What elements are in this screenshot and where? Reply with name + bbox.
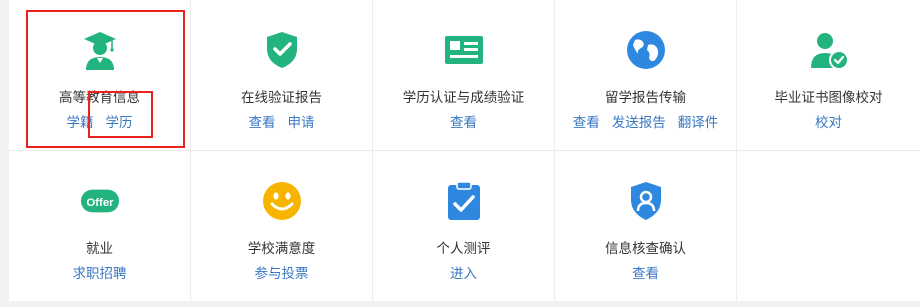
graduate-student-icon (80, 30, 120, 70)
service-title: 就业 (86, 241, 113, 257)
link-view[interactable]: 查看 (632, 266, 659, 282)
link-view[interactable]: 查看 (249, 115, 276, 131)
service-info-verification: 信息核查确认 查看 (555, 151, 737, 301)
service-title: 留学报告传输 (605, 90, 686, 106)
smiley-face-icon (262, 181, 302, 221)
service-title: 学历认证与成绩验证 (402, 90, 525, 106)
service-employment: Offer 就业 求职招聘 (9, 151, 191, 301)
service-title: 学校满意度 (247, 241, 316, 257)
link-academic-record[interactable]: 学历 (106, 115, 133, 131)
service-grid: 高等教育信息 学籍 学历 在线验证报告 查看 申请 学历认证与成绩验证 查看 留… (9, 0, 920, 301)
service-study-abroad-report: 留学报告传输 查看 发送报告 翻译件 (555, 0, 737, 151)
service-diploma-image-check: 毕业证书图像校对 校对 (737, 0, 920, 151)
offer-badge-icon: Offer (80, 181, 120, 221)
service-online-verification-report: 在线验证报告 查看 申请 (191, 0, 373, 151)
link-proofread[interactable]: 校对 (815, 115, 842, 131)
link-enter[interactable]: 进入 (450, 266, 477, 282)
id-card-icon (444, 30, 484, 70)
link-translation[interactable]: 翻译件 (678, 115, 719, 131)
globe-icon (626, 30, 666, 70)
service-school-satisfaction: 学校满意度 参与投票 (191, 151, 373, 301)
link-view[interactable]: 查看 (573, 115, 600, 131)
service-higher-education-info: 高等教育信息 学籍 学历 (9, 0, 191, 151)
shield-check-icon (262, 30, 302, 70)
link-vote[interactable]: 参与投票 (255, 266, 309, 282)
service-title: 毕业证书图像校对 (774, 90, 883, 106)
link-send-report[interactable]: 发送报告 (612, 115, 666, 131)
service-title: 个人测评 (436, 241, 491, 257)
link-view[interactable]: 查看 (450, 115, 477, 131)
service-title: 在线验证报告 (241, 90, 322, 106)
link-student-status[interactable]: 学籍 (67, 115, 94, 131)
user-shield-icon (626, 181, 666, 221)
offer-badge-text: Offer (86, 197, 114, 209)
service-title: 信息核查确认 (605, 241, 686, 257)
link-job-recruitment[interactable]: 求职招聘 (73, 266, 127, 282)
link-apply[interactable]: 申请 (288, 115, 315, 131)
service-title: 高等教育信息 (59, 90, 140, 106)
user-verified-icon (809, 30, 849, 70)
clipboard-check-icon (444, 181, 484, 221)
service-degree-authentication: 学历认证与成绩验证 查看 (373, 0, 555, 151)
empty-cell (737, 151, 920, 301)
service-personal-assessment: 个人测评 进入 (373, 151, 555, 301)
